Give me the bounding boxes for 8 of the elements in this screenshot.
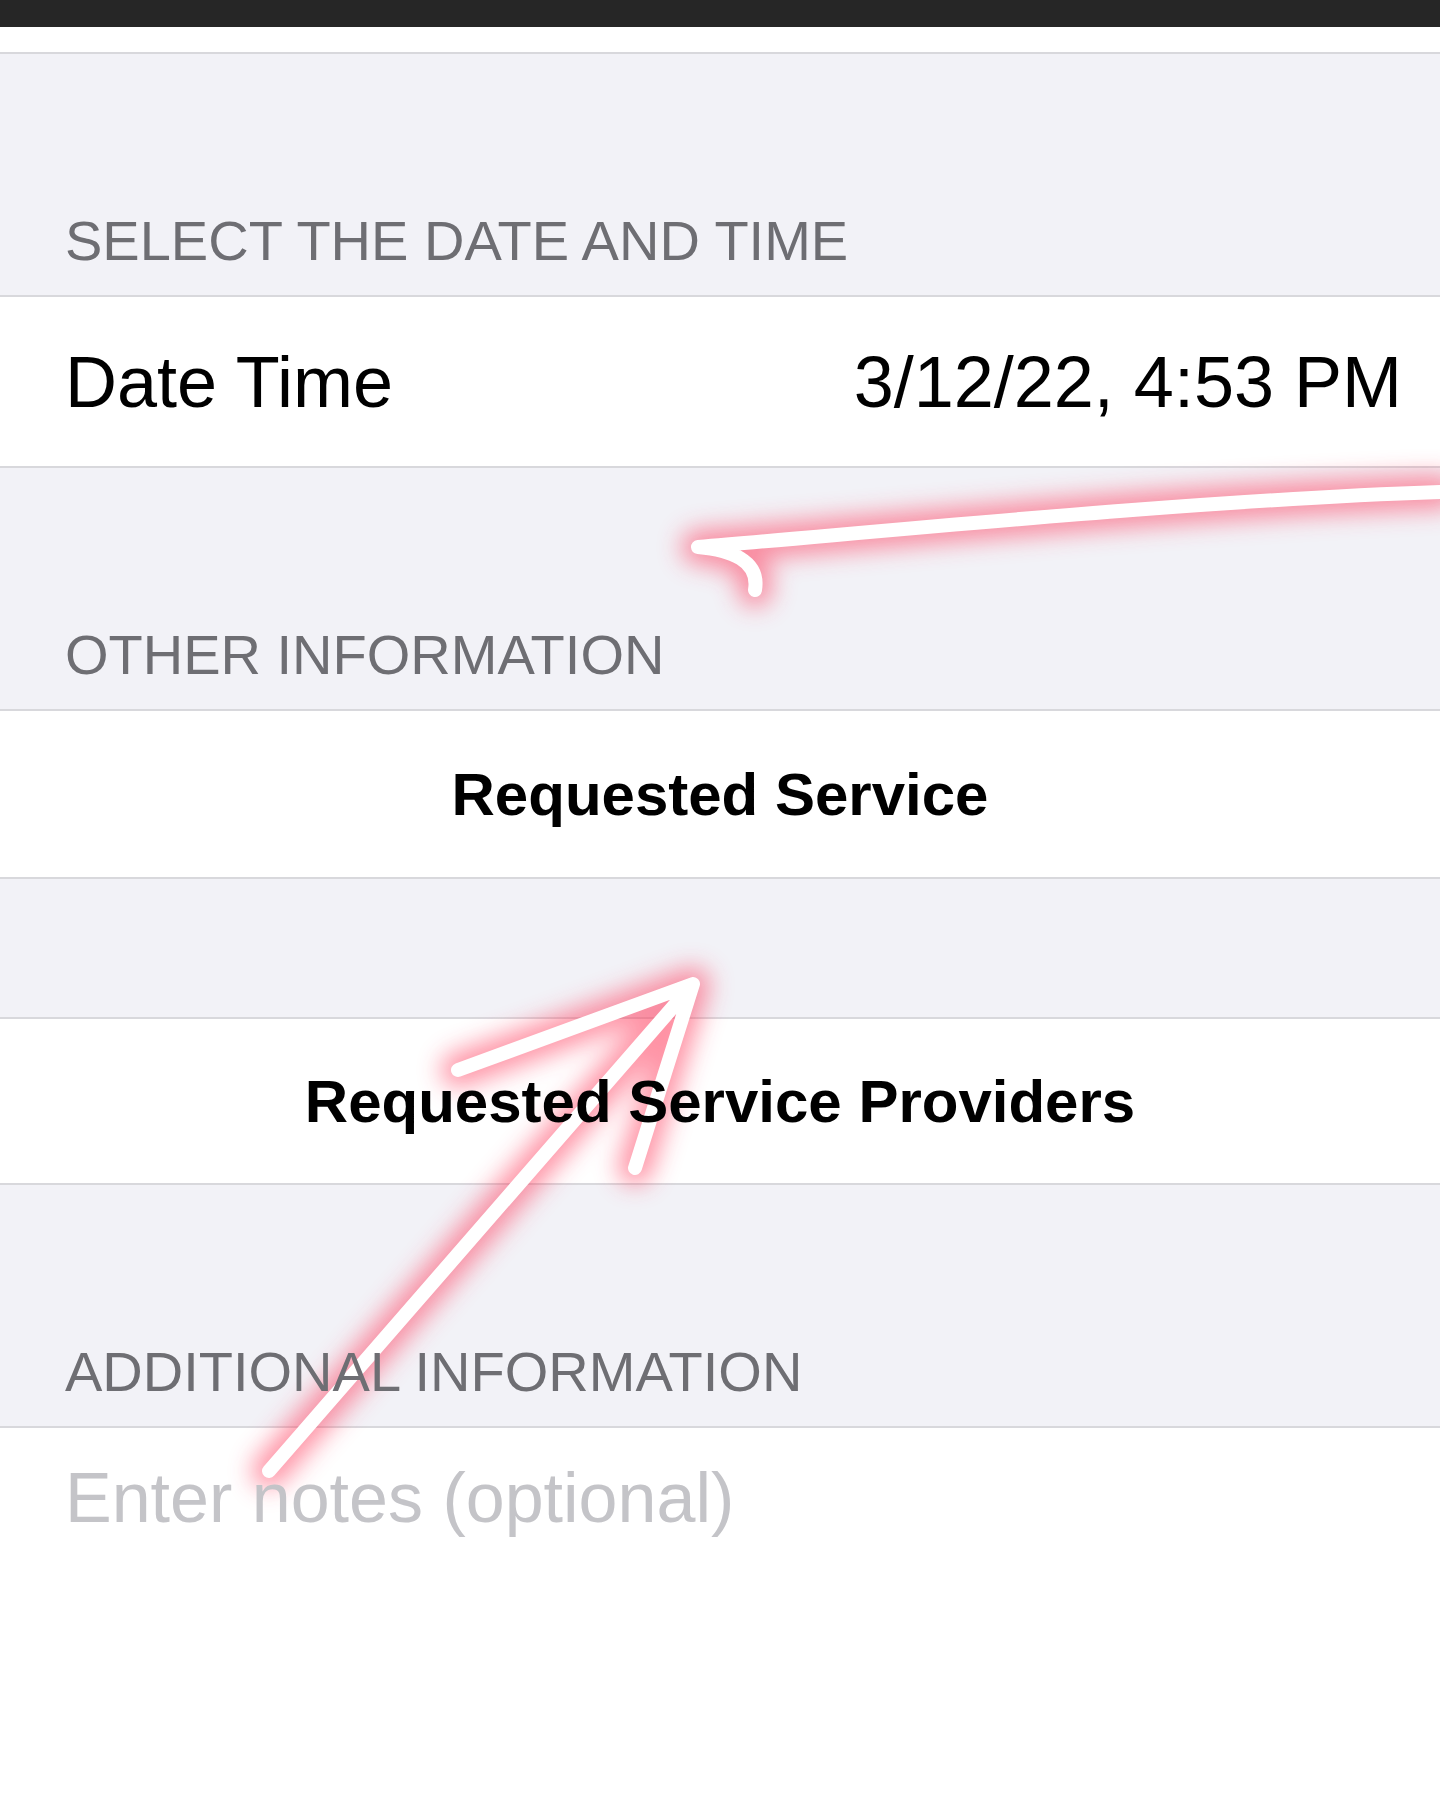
date-time-row[interactable]: Date Time 3/12/22, 4:53 PM	[0, 297, 1440, 468]
section-header: SELECT THE DATE AND TIME	[65, 213, 849, 269]
notes-field[interactable]: Enter notes (optional)	[0, 1428, 1440, 1795]
row-value: 3/12/22, 4:53 PM	[853, 340, 1402, 423]
section-header: OTHER INFORMATION	[65, 627, 665, 683]
form-button[interactable]: Requested Service Providers	[0, 1017, 1440, 1185]
form-button[interactable]: Requested Service	[0, 711, 1440, 879]
row-label: Date Time	[65, 340, 394, 423]
